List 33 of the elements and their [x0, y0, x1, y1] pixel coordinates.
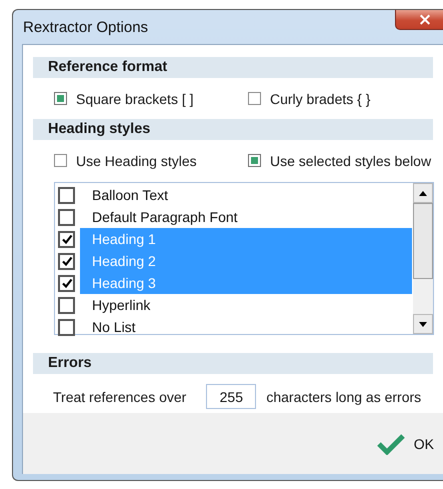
- checkmark-icon: [376, 432, 405, 454]
- ok-button[interactable]: OK: [372, 430, 438, 456]
- list-item[interactable]: Hyperlink: [80, 294, 412, 316]
- scroll-up-icon[interactable]: [413, 183, 433, 203]
- length-field[interactable]: 255: [206, 384, 256, 409]
- checkbox[interactable]: [58, 230, 75, 248]
- section-header: Heading styles: [33, 119, 433, 140]
- checkbox[interactable]: [54, 92, 67, 105]
- scrollbar[interactable]: [412, 183, 433, 334]
- window-title: Rextractor Options: [23, 18, 148, 36]
- list-item[interactable]: No List: [80, 316, 412, 338]
- list-item[interactable]: Default Paragraph Font: [80, 206, 412, 228]
- checkbox[interactable]: [58, 208, 75, 226]
- checkbox[interactable]: [58, 296, 75, 314]
- checkbox[interactable]: [248, 154, 261, 167]
- option-label: Use selected styles below: [270, 152, 432, 168]
- checkbox[interactable]: [54, 154, 67, 167]
- checkbox[interactable]: [58, 252, 75, 270]
- scroll-thumb[interactable]: [413, 203, 433, 279]
- scroll-down-icon[interactable]: [413, 314, 433, 334]
- option-label: Square brackets [ ]: [76, 90, 194, 106]
- checkbox[interactable]: [248, 92, 261, 105]
- close-button[interactable]: ×: [395, 10, 443, 30]
- field-label: characters long as errors: [266, 388, 422, 404]
- field-label: Treat references over: [53, 388, 186, 404]
- option-label: Curly bradets { }: [270, 90, 370, 106]
- section-header: Reference format: [33, 57, 433, 78]
- option-label: Use Heading styles: [76, 152, 197, 168]
- checkbox[interactable]: [58, 318, 75, 336]
- section-header: Errors: [33, 353, 433, 374]
- list-item[interactable]: Balloon Text: [80, 184, 412, 206]
- checkbox[interactable]: [58, 274, 75, 292]
- checkbox[interactable]: [58, 186, 75, 204]
